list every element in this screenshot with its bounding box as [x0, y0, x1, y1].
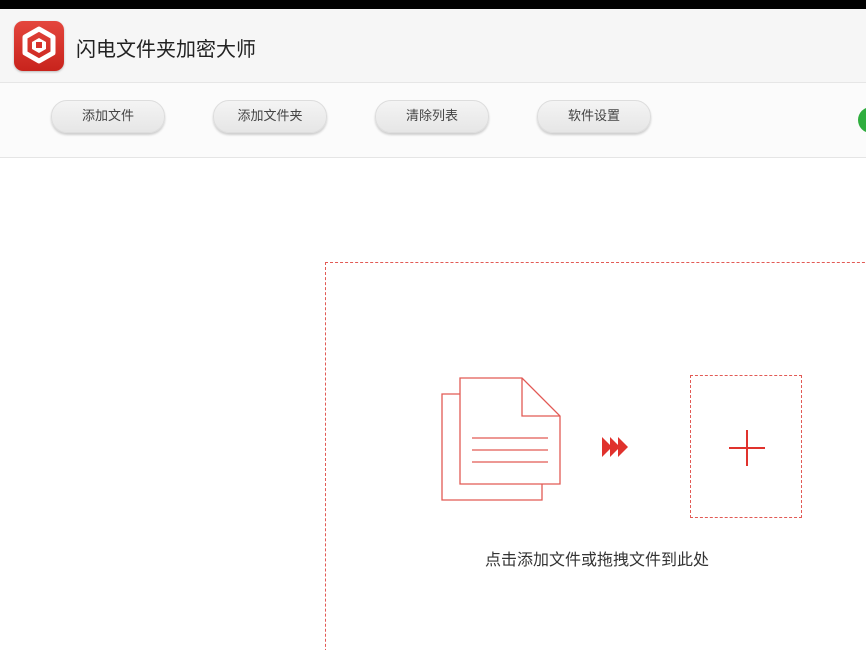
- document-stack-icon: [441, 377, 628, 501]
- status-indicator-icon[interactable]: [858, 107, 866, 133]
- app-title: 闪电文件夹加密大师: [76, 37, 256, 61]
- toolbar: 添加文件 添加文件夹 清除列表 软件设置: [0, 83, 866, 158]
- app-window: 闪电文件夹加密大师 添加文件 添加文件夹 清除列表 软件设置 点击添加文件或拖拽…: [0, 9, 866, 650]
- main-content: 点击添加文件或拖拽文件到此处: [0, 158, 866, 650]
- settings-button[interactable]: 软件设置: [537, 100, 651, 133]
- triple-arrow-right-icon: [602, 437, 628, 457]
- app-logo-icon: [14, 21, 64, 71]
- add-file-box[interactable]: [690, 375, 802, 518]
- plus-icon: [729, 430, 765, 466]
- add-folder-button[interactable]: 添加文件夹: [213, 100, 327, 133]
- drop-hint-text: 点击添加文件或拖拽文件到此处: [485, 550, 710, 569]
- title-bar: 闪电文件夹加密大师: [0, 9, 866, 83]
- add-file-button[interactable]: 添加文件: [51, 100, 165, 133]
- clear-list-button[interactable]: 清除列表: [375, 100, 489, 133]
